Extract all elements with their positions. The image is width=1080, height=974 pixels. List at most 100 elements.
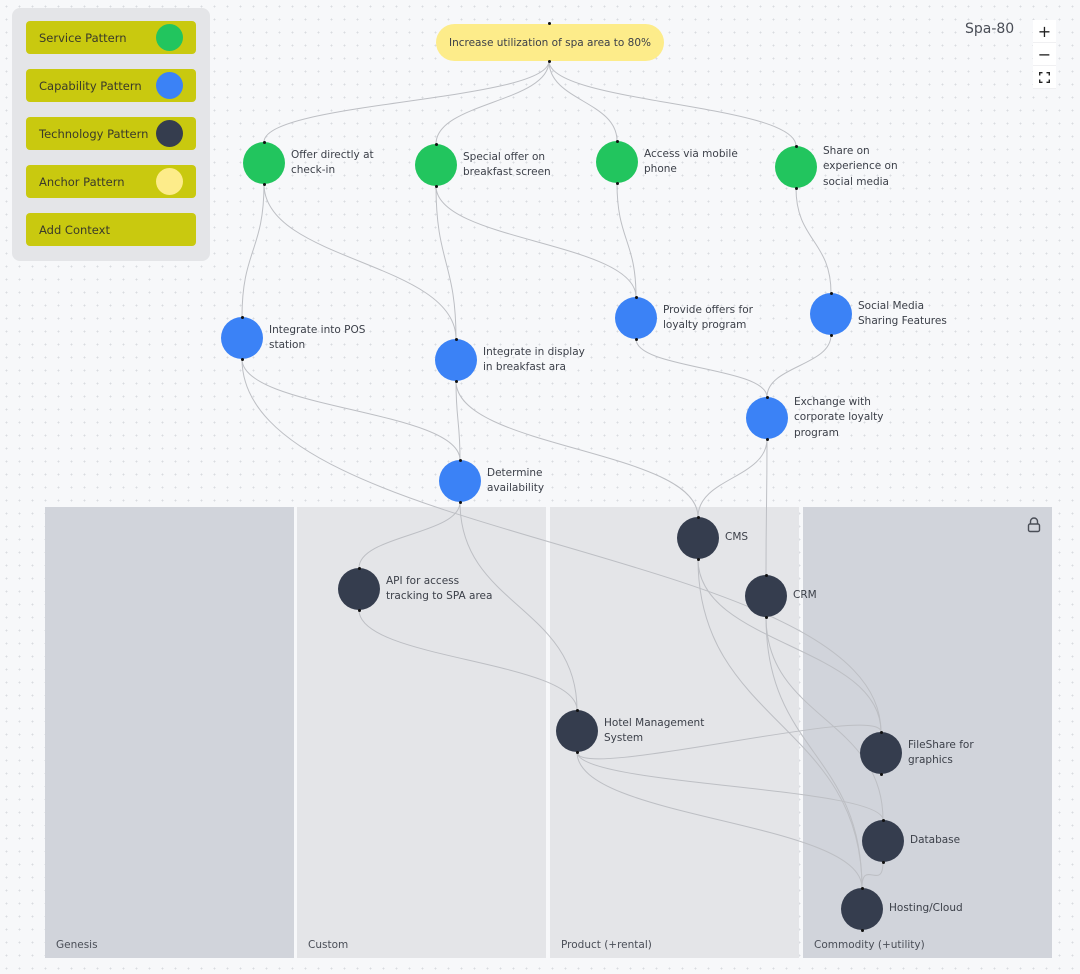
connector-dot[interactable] [262,140,266,144]
pattern-palette: Service Pattern Capability Pattern Techn… [12,8,210,261]
technology-node-database[interactable] [862,818,904,864]
edge-loyalty-offers-to-exchange[interactable] [635,338,768,398]
node-label: Hosting/Cloud [889,902,963,915]
connector-dot[interactable] [860,928,864,932]
edge-exchange-to-cms[interactable] [697,438,768,518]
edge-anchor-to-share-social[interactable] [548,60,797,147]
capability-node-determine[interactable] [439,458,481,504]
connector-dot[interactable] [696,515,700,519]
connector-dot[interactable] [357,608,361,612]
service-node-offer-checkin[interactable] [243,140,285,186]
connector-dot[interactable] [262,182,266,186]
connector-dot[interactable] [240,315,244,319]
service-node-share-social[interactable] [775,144,817,190]
edge-share-social-to-social-features[interactable] [795,187,832,294]
connector-dot[interactable] [881,860,885,864]
connector-dot[interactable] [794,144,798,148]
edge-display-to-cms[interactable] [455,380,699,518]
fit-view-button[interactable] [1033,66,1056,89]
connector-dot[interactable] [454,337,458,341]
connector-dot[interactable] [794,186,798,190]
edge-social-features-to-exchange[interactable] [766,334,832,398]
lane-label: Custom [308,939,349,951]
capability-node-exchange[interactable] [746,395,788,441]
edge-pos-to-determine[interactable] [241,358,461,461]
anchor-swatch-icon [156,168,183,195]
connector-dot[interactable] [575,750,579,754]
edge-anchor-to-special-offer[interactable] [435,60,550,145]
button-label: Anchor Pattern [39,174,125,189]
service-node-mobile-access[interactable] [596,139,638,185]
zoom-in-button[interactable]: + [1033,20,1056,43]
technology-pattern-button[interactable]: Technology Pattern [26,117,196,150]
node-label: Determine availability [487,466,545,495]
connector-dot[interactable] [548,60,551,63]
connector-dot[interactable] [615,181,619,185]
node-label: CMS [725,531,749,544]
connector-dot[interactable] [765,437,769,441]
plus-icon: + [1037,21,1052,41]
anchor-node[interactable]: Increase utilization of spa area to 80% [436,22,664,63]
capability-pattern-button[interactable]: Capability Pattern [26,69,196,102]
connector-dot[interactable] [829,333,833,337]
node-label: Integrate into POS station [269,323,366,352]
connector-dot[interactable] [634,295,638,299]
lane-label: Product (+rental) [561,939,652,951]
connector-dot[interactable] [434,184,438,188]
technology-node-crm[interactable] [745,573,787,619]
connector-dot[interactable] [434,142,438,146]
node-label: Social Media Sharing Features [858,299,947,328]
edge-special-offer-to-display[interactable] [435,185,457,340]
service-node-special-offer[interactable] [415,142,457,188]
connector-dot[interactable] [829,291,833,295]
node-label: Provide offers for loyalty program [663,303,753,332]
edge-offer-checkin-to-pos[interactable] [241,183,265,318]
technology-node-hms[interactable] [556,708,598,754]
node-label: Special offer on breakfast screen [463,150,551,179]
lane-commodity: Commodity (+utility) [803,507,1052,958]
connector-dot[interactable] [764,573,768,577]
connector-dot[interactable] [860,886,864,890]
technology-node-api[interactable] [338,566,380,612]
connector-dot[interactable] [634,337,638,341]
edge-anchor-to-mobile-access[interactable] [548,60,618,142]
connector-dot[interactable] [881,818,885,822]
connector-dot[interactable] [696,557,700,561]
lock-icon[interactable] [1027,517,1041,533]
connector-dot[interactable] [458,500,462,504]
zoom-out-button[interactable]: − [1033,43,1056,66]
edge-display-to-determine[interactable] [455,380,461,461]
node-label: Offer directly at check-in [291,148,374,177]
edge-mobile-access-to-loyalty-offers[interactable] [616,182,637,298]
connector-dot[interactable] [240,357,244,361]
lane-genesis: Genesis [45,507,294,958]
technology-node-cms[interactable] [677,515,719,561]
capability-node-loyalty-offers[interactable] [615,295,657,341]
edge-anchor-to-offer-checkin[interactable] [263,60,550,143]
connector-dot[interactable] [575,708,579,712]
service-pattern-button[interactable]: Service Pattern [26,21,196,54]
capability-node-social-features[interactable] [810,291,852,337]
connector-dot[interactable] [615,139,619,143]
connector-dot[interactable] [764,615,768,619]
anchor-pattern-button[interactable]: Anchor Pattern [26,165,196,198]
connector-dot[interactable] [879,772,883,776]
connector-dot[interactable] [879,730,883,734]
node-label: Exchange with corporate loyalty program [794,395,884,439]
connector-dot[interactable] [357,566,361,570]
connector-dot[interactable] [458,458,462,462]
technology-node-hosting[interactable] [841,886,883,932]
capability-node-pos[interactable] [221,315,263,361]
connector-dot[interactable] [548,22,551,25]
edge-special-offer-to-loyalty-offers[interactable] [435,185,637,298]
button-label: Service Pattern [39,30,127,45]
connector-dot[interactable] [765,395,769,399]
capability-node-display[interactable] [435,337,477,383]
technology-node-fileshare[interactable] [860,730,902,776]
edge-offer-checkin-to-display[interactable] [263,183,457,340]
add-context-button[interactable]: Add Context [26,213,196,246]
node-label: FileShare for graphics [908,738,974,767]
lane-label: Commodity (+utility) [814,939,925,951]
service-swatch-icon [156,24,183,51]
connector-dot[interactable] [454,379,458,383]
